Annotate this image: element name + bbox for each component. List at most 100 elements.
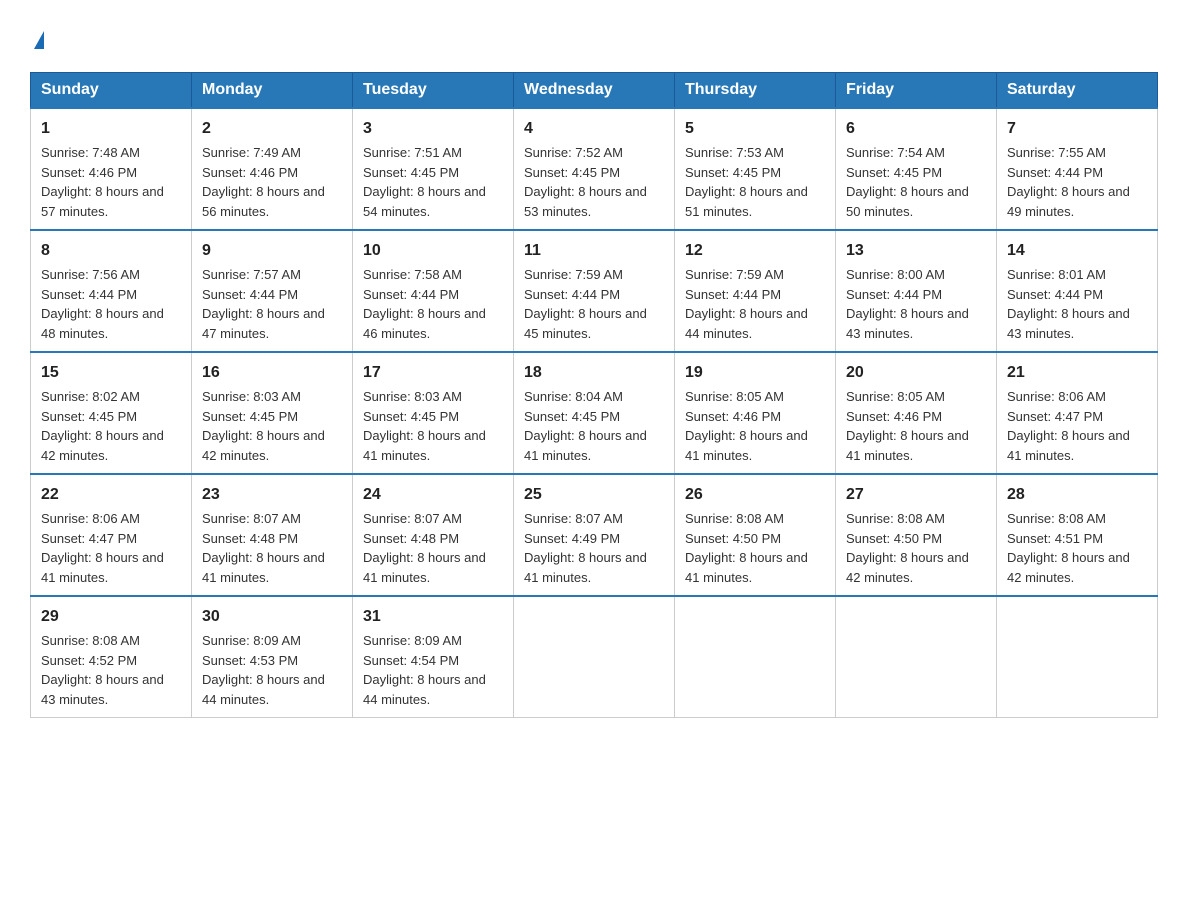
day-info: Sunrise: 7:59 AMSunset: 4:44 PMDaylight:… — [685, 265, 825, 343]
day-info: Sunrise: 8:02 AMSunset: 4:45 PMDaylight:… — [41, 387, 181, 465]
day-cell-7: 7Sunrise: 7:55 AMSunset: 4:44 PMDaylight… — [997, 108, 1158, 230]
day-cell-24: 24Sunrise: 8:07 AMSunset: 4:48 PMDayligh… — [353, 474, 514, 596]
empty-cell — [675, 596, 836, 718]
col-header-sunday: Sunday — [31, 73, 192, 109]
day-cell-28: 28Sunrise: 8:08 AMSunset: 4:51 PMDayligh… — [997, 474, 1158, 596]
day-info: Sunrise: 7:53 AMSunset: 4:45 PMDaylight:… — [685, 143, 825, 221]
day-cell-17: 17Sunrise: 8:03 AMSunset: 4:45 PMDayligh… — [353, 352, 514, 474]
day-cell-1: 1Sunrise: 7:48 AMSunset: 4:46 PMDaylight… — [31, 108, 192, 230]
day-number: 7 — [1007, 117, 1147, 141]
day-info: Sunrise: 8:03 AMSunset: 4:45 PMDaylight:… — [363, 387, 503, 465]
day-cell-13: 13Sunrise: 8:00 AMSunset: 4:44 PMDayligh… — [836, 230, 997, 352]
day-cell-23: 23Sunrise: 8:07 AMSunset: 4:48 PMDayligh… — [192, 474, 353, 596]
day-cell-31: 31Sunrise: 8:09 AMSunset: 4:54 PMDayligh… — [353, 596, 514, 718]
day-cell-14: 14Sunrise: 8:01 AMSunset: 4:44 PMDayligh… — [997, 230, 1158, 352]
day-info: Sunrise: 7:52 AMSunset: 4:45 PMDaylight:… — [524, 143, 664, 221]
day-info: Sunrise: 8:04 AMSunset: 4:45 PMDaylight:… — [524, 387, 664, 465]
day-cell-26: 26Sunrise: 8:08 AMSunset: 4:50 PMDayligh… — [675, 474, 836, 596]
day-cell-18: 18Sunrise: 8:04 AMSunset: 4:45 PMDayligh… — [514, 352, 675, 474]
day-cell-12: 12Sunrise: 7:59 AMSunset: 4:44 PMDayligh… — [675, 230, 836, 352]
day-number: 6 — [846, 117, 986, 141]
day-info: Sunrise: 8:05 AMSunset: 4:46 PMDaylight:… — [685, 387, 825, 465]
day-info: Sunrise: 7:51 AMSunset: 4:45 PMDaylight:… — [363, 143, 503, 221]
day-number: 24 — [363, 483, 503, 507]
week-row-2: 8Sunrise: 7:56 AMSunset: 4:44 PMDaylight… — [31, 230, 1158, 352]
day-info: Sunrise: 8:06 AMSunset: 4:47 PMDaylight:… — [41, 509, 181, 587]
day-number: 22 — [41, 483, 181, 507]
day-number: 21 — [1007, 361, 1147, 385]
logo — [30, 20, 44, 54]
day-number: 30 — [202, 605, 342, 629]
day-number: 27 — [846, 483, 986, 507]
logo-general — [30, 20, 44, 54]
day-cell-5: 5Sunrise: 7:53 AMSunset: 4:45 PMDaylight… — [675, 108, 836, 230]
day-info: Sunrise: 7:49 AMSunset: 4:46 PMDaylight:… — [202, 143, 342, 221]
day-number: 31 — [363, 605, 503, 629]
day-info: Sunrise: 7:59 AMSunset: 4:44 PMDaylight:… — [524, 265, 664, 343]
day-info: Sunrise: 8:07 AMSunset: 4:48 PMDaylight:… — [202, 509, 342, 587]
week-row-3: 15Sunrise: 8:02 AMSunset: 4:45 PMDayligh… — [31, 352, 1158, 474]
day-cell-19: 19Sunrise: 8:05 AMSunset: 4:46 PMDayligh… — [675, 352, 836, 474]
day-info: Sunrise: 8:05 AMSunset: 4:46 PMDaylight:… — [846, 387, 986, 465]
col-header-wednesday: Wednesday — [514, 73, 675, 109]
day-cell-15: 15Sunrise: 8:02 AMSunset: 4:45 PMDayligh… — [31, 352, 192, 474]
day-number: 4 — [524, 117, 664, 141]
col-header-tuesday: Tuesday — [353, 73, 514, 109]
day-cell-20: 20Sunrise: 8:05 AMSunset: 4:46 PMDayligh… — [836, 352, 997, 474]
day-cell-10: 10Sunrise: 7:58 AMSunset: 4:44 PMDayligh… — [353, 230, 514, 352]
page-header — [30, 20, 1158, 54]
day-number: 18 — [524, 361, 664, 385]
day-info: Sunrise: 8:03 AMSunset: 4:45 PMDaylight:… — [202, 387, 342, 465]
day-info: Sunrise: 7:48 AMSunset: 4:46 PMDaylight:… — [41, 143, 181, 221]
day-number: 16 — [202, 361, 342, 385]
day-info: Sunrise: 8:06 AMSunset: 4:47 PMDaylight:… — [1007, 387, 1147, 465]
week-row-1: 1Sunrise: 7:48 AMSunset: 4:46 PMDaylight… — [31, 108, 1158, 230]
day-cell-27: 27Sunrise: 8:08 AMSunset: 4:50 PMDayligh… — [836, 474, 997, 596]
day-number: 17 — [363, 361, 503, 385]
day-number: 28 — [1007, 483, 1147, 507]
day-info: Sunrise: 8:09 AMSunset: 4:54 PMDaylight:… — [363, 631, 503, 709]
day-info: Sunrise: 8:09 AMSunset: 4:53 PMDaylight:… — [202, 631, 342, 709]
day-info: Sunrise: 7:56 AMSunset: 4:44 PMDaylight:… — [41, 265, 181, 343]
day-number: 1 — [41, 117, 181, 141]
day-cell-9: 9Sunrise: 7:57 AMSunset: 4:44 PMDaylight… — [192, 230, 353, 352]
day-number: 11 — [524, 239, 664, 263]
day-cell-29: 29Sunrise: 8:08 AMSunset: 4:52 PMDayligh… — [31, 596, 192, 718]
day-info: Sunrise: 8:01 AMSunset: 4:44 PMDaylight:… — [1007, 265, 1147, 343]
col-header-friday: Friday — [836, 73, 997, 109]
day-info: Sunrise: 7:54 AMSunset: 4:45 PMDaylight:… — [846, 143, 986, 221]
logo-triangle-icon — [34, 31, 44, 49]
day-number: 14 — [1007, 239, 1147, 263]
empty-cell — [997, 596, 1158, 718]
day-info: Sunrise: 8:07 AMSunset: 4:49 PMDaylight:… — [524, 509, 664, 587]
day-info: Sunrise: 7:58 AMSunset: 4:44 PMDaylight:… — [363, 265, 503, 343]
day-number: 19 — [685, 361, 825, 385]
day-info: Sunrise: 8:08 AMSunset: 4:50 PMDaylight:… — [685, 509, 825, 587]
day-info: Sunrise: 8:07 AMSunset: 4:48 PMDaylight:… — [363, 509, 503, 587]
calendar-table: SundayMondayTuesdayWednesdayThursdayFrid… — [30, 72, 1158, 718]
day-info: Sunrise: 8:00 AMSunset: 4:44 PMDaylight:… — [846, 265, 986, 343]
day-info: Sunrise: 8:08 AMSunset: 4:52 PMDaylight:… — [41, 631, 181, 709]
day-number: 9 — [202, 239, 342, 263]
day-number: 15 — [41, 361, 181, 385]
day-number: 12 — [685, 239, 825, 263]
day-cell-21: 21Sunrise: 8:06 AMSunset: 4:47 PMDayligh… — [997, 352, 1158, 474]
day-number: 8 — [41, 239, 181, 263]
day-info: Sunrise: 8:08 AMSunset: 4:51 PMDaylight:… — [1007, 509, 1147, 587]
day-number: 5 — [685, 117, 825, 141]
day-cell-22: 22Sunrise: 8:06 AMSunset: 4:47 PMDayligh… — [31, 474, 192, 596]
day-number: 23 — [202, 483, 342, 507]
day-number: 29 — [41, 605, 181, 629]
col-header-monday: Monday — [192, 73, 353, 109]
day-number: 13 — [846, 239, 986, 263]
day-number: 25 — [524, 483, 664, 507]
empty-cell — [514, 596, 675, 718]
day-info: Sunrise: 7:57 AMSunset: 4:44 PMDaylight:… — [202, 265, 342, 343]
day-cell-16: 16Sunrise: 8:03 AMSunset: 4:45 PMDayligh… — [192, 352, 353, 474]
week-row-4: 22Sunrise: 8:06 AMSunset: 4:47 PMDayligh… — [31, 474, 1158, 596]
day-cell-30: 30Sunrise: 8:09 AMSunset: 4:53 PMDayligh… — [192, 596, 353, 718]
week-row-5: 29Sunrise: 8:08 AMSunset: 4:52 PMDayligh… — [31, 596, 1158, 718]
day-number: 3 — [363, 117, 503, 141]
day-info: Sunrise: 7:55 AMSunset: 4:44 PMDaylight:… — [1007, 143, 1147, 221]
col-header-saturday: Saturday — [997, 73, 1158, 109]
